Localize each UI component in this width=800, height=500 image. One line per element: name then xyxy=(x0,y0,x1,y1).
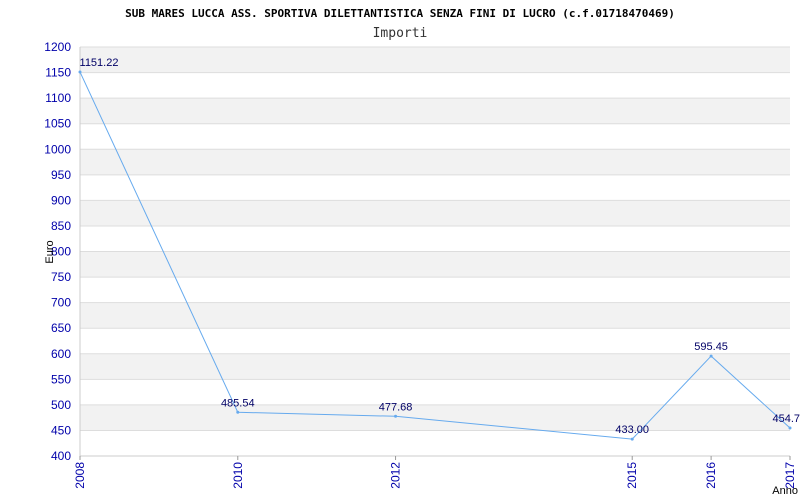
grid-band xyxy=(80,47,790,73)
data-point xyxy=(788,426,792,430)
x-tick-label: 2008 xyxy=(73,462,87,489)
y-tick-label: 450 xyxy=(51,423,71,437)
data-label: 485.54 xyxy=(221,397,255,409)
grid-band xyxy=(80,251,790,278)
y-tick-label: 550 xyxy=(51,372,71,386)
y-tick-label: 850 xyxy=(51,219,71,233)
x-tick-label: 2015 xyxy=(625,462,639,489)
grid-bands xyxy=(80,47,790,431)
y-tick-label: 1100 xyxy=(45,91,71,105)
data-label: 433.00 xyxy=(615,424,649,436)
y-tick-label: 1200 xyxy=(44,40,71,54)
data-point xyxy=(630,437,634,441)
data-label: 477.68 xyxy=(379,401,413,413)
data-label: 454.7 xyxy=(772,413,800,425)
x-axis-label: Anno xyxy=(772,485,798,497)
y-tick-label: 600 xyxy=(51,347,71,361)
data-point xyxy=(78,70,82,74)
grid-band xyxy=(80,200,790,226)
y-tick-label: 750 xyxy=(51,270,71,284)
y-tick-label: 1150 xyxy=(45,66,71,80)
y-tick-label: 650 xyxy=(51,321,71,335)
y-tick-label: 400 xyxy=(51,449,71,463)
x-tick-label: 2010 xyxy=(231,462,245,489)
y-tick-label: 950 xyxy=(51,168,71,182)
x-tick-labels: 2008 2010 2012 2015 2016 2017 xyxy=(73,456,797,489)
y-axis-label: Euro xyxy=(44,240,56,263)
grid-band xyxy=(80,353,790,380)
y-tick-label: 1000 xyxy=(44,142,71,156)
line-chart: SUB MARES LUCCA ASS. SPORTIVA DILETTANTI… xyxy=(44,7,800,497)
chart-title: SUB MARES LUCCA ASS. SPORTIVA DILETTANTI… xyxy=(125,7,675,20)
data-point xyxy=(236,410,240,414)
data-label: 595.45 xyxy=(694,341,728,353)
y-tick-label: 900 xyxy=(51,193,71,207)
grid-band xyxy=(80,98,790,124)
grid-band xyxy=(80,302,790,329)
y-tick-label: 1050 xyxy=(44,117,71,131)
x-tick-label: 2016 xyxy=(704,462,718,489)
data-point xyxy=(709,354,713,358)
y-tick-label: 500 xyxy=(51,398,71,412)
chart-subtitle: Importi xyxy=(373,26,428,41)
x-tick-label: 2012 xyxy=(389,462,403,489)
grid-band xyxy=(80,149,790,175)
y-tick-label: 700 xyxy=(51,296,71,310)
data-point xyxy=(394,414,398,418)
data-label: 1151.22 xyxy=(80,57,119,69)
grid-band xyxy=(80,404,790,431)
